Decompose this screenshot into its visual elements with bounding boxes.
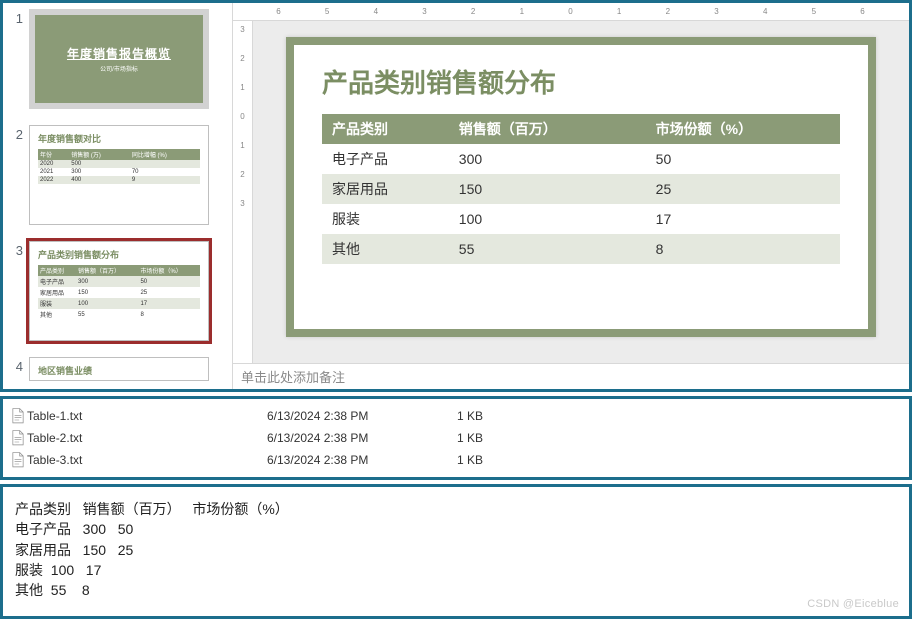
table-header-cell[interactable]: 产品类别 [322, 114, 449, 144]
presentation-editor: 1 年度销售报告概览公司/市场指标 2 年度销售额对比年份销售额 (万)同比增幅 (%… [0, 0, 912, 392]
file-icon [9, 452, 27, 468]
table-cell[interactable]: 300 [449, 144, 646, 174]
slide-canvas[interactable]: 产品类别销售额分布 产品类别销售额（百万）市场份额（%） 电子产品30050家居… [253, 21, 909, 363]
slide-thumbnail[interactable]: 3 产品类别销售额分布产品类别销售额（百万）市场份额（%）电子产品30050家居用… [9, 241, 228, 341]
file-row[interactable]: Table-1.txt6/13/2024 2:38 PM1 KB [3, 405, 909, 427]
file-name: Table-2.txt [27, 431, 267, 445]
table-row[interactable]: 服装10017 [322, 204, 840, 234]
file-row[interactable]: Table-2.txt6/13/2024 2:38 PM1 KB [3, 427, 909, 449]
table-cell[interactable]: 服装 [322, 204, 449, 234]
file-name: Table-1.txt [27, 409, 267, 423]
file-row[interactable]: Table-3.txt6/13/2024 2:38 PM1 KB [3, 449, 909, 471]
file-icon [9, 408, 27, 424]
file-date: 6/13/2024 2:38 PM [267, 453, 457, 467]
table-cell[interactable]: 100 [449, 204, 646, 234]
table-cell[interactable]: 55 [449, 234, 646, 264]
table-cell[interactable]: 8 [646, 234, 840, 264]
thumbnail-number: 2 [9, 125, 23, 142]
slide-thumbnail[interactable]: 1 年度销售报告概览公司/市场指标 [9, 9, 228, 109]
slide-edit-area: 6543210123456 3210123 产品类别销售额分布 产品类别销售额（… [233, 3, 909, 389]
tsv-content: 产品类别 销售额（百万） 市场份额（%） 电子产品 300 50 家居用品 15… [15, 499, 897, 600]
horizontal-ruler: 6543210123456 [233, 3, 909, 21]
slide-thumbnail[interactable]: 2 年度销售额对比年份销售额 (万)同比增幅 (%)202050020213007… [9, 125, 228, 225]
file-explorer-panel: Table-1.txt6/13/2024 2:38 PM1 KBTable-2.… [0, 396, 912, 480]
table-cell[interactable]: 其他 [322, 234, 449, 264]
slide-thumbnail[interactable]: 4 地区销售业绩 [9, 357, 228, 381]
table-cell[interactable]: 电子产品 [322, 144, 449, 174]
thumbnail-number: 3 [9, 241, 23, 258]
table-header-cell[interactable]: 销售额（百万） [449, 114, 646, 144]
slide-title[interactable]: 产品类别销售额分布 [322, 63, 840, 100]
file-icon [9, 430, 27, 446]
thumbnail-slide[interactable]: 产品类别销售额分布产品类别销售额（百万）市场份额（%）电子产品30050家居用品… [29, 241, 209, 341]
table-cell[interactable]: 150 [449, 174, 646, 204]
file-size: 1 KB [457, 431, 557, 445]
notes-placeholder: 单击此处添加备注 [241, 367, 345, 386]
thumbnail-slide[interactable]: 年度销售额对比年份销售额 (万)同比增幅 (%)2020500202130070… [29, 125, 209, 225]
slide-data-table[interactable]: 产品类别销售额（百万）市场份额（%） 电子产品30050家居用品15025服装1… [322, 114, 840, 264]
watermark: CSDN @Eiceblue [807, 598, 899, 610]
file-date: 6/13/2024 2:38 PM [267, 409, 457, 423]
vertical-ruler: 3210123 [233, 21, 253, 363]
file-date: 6/13/2024 2:38 PM [267, 431, 457, 445]
file-size: 1 KB [457, 453, 557, 467]
slide-thumbnail-panel[interactable]: 1 年度销售报告概览公司/市场指标 2 年度销售额对比年份销售额 (万)同比增幅 (%… [3, 3, 233, 389]
text-output-panel: 产品类别 销售额（百万） 市场份额（%） 电子产品 300 50 家居用品 15… [0, 484, 912, 619]
table-cell[interactable]: 17 [646, 204, 840, 234]
table-row[interactable]: 电子产品30050 [322, 144, 840, 174]
file-size: 1 KB [457, 409, 557, 423]
thumbnail-slide[interactable]: 地区销售业绩 [29, 357, 209, 381]
file-name: Table-3.txt [27, 453, 267, 467]
thumbnail-slide[interactable]: 年度销售报告概览公司/市场指标 [29, 9, 209, 109]
table-cell[interactable]: 家居用品 [322, 174, 449, 204]
thumbnail-number: 4 [9, 357, 23, 374]
thumbnail-number: 1 [9, 9, 23, 26]
table-cell[interactable]: 25 [646, 174, 840, 204]
table-row[interactable]: 家居用品15025 [322, 174, 840, 204]
table-row[interactable]: 其他558 [322, 234, 840, 264]
current-slide[interactable]: 产品类别销售额分布 产品类别销售额（百万）市场份额（%） 电子产品30050家居… [286, 37, 876, 337]
notes-pane[interactable]: 单击此处添加备注 [233, 363, 909, 389]
table-cell[interactable]: 50 [646, 144, 840, 174]
table-header-cell[interactable]: 市场份额（%） [646, 114, 840, 144]
